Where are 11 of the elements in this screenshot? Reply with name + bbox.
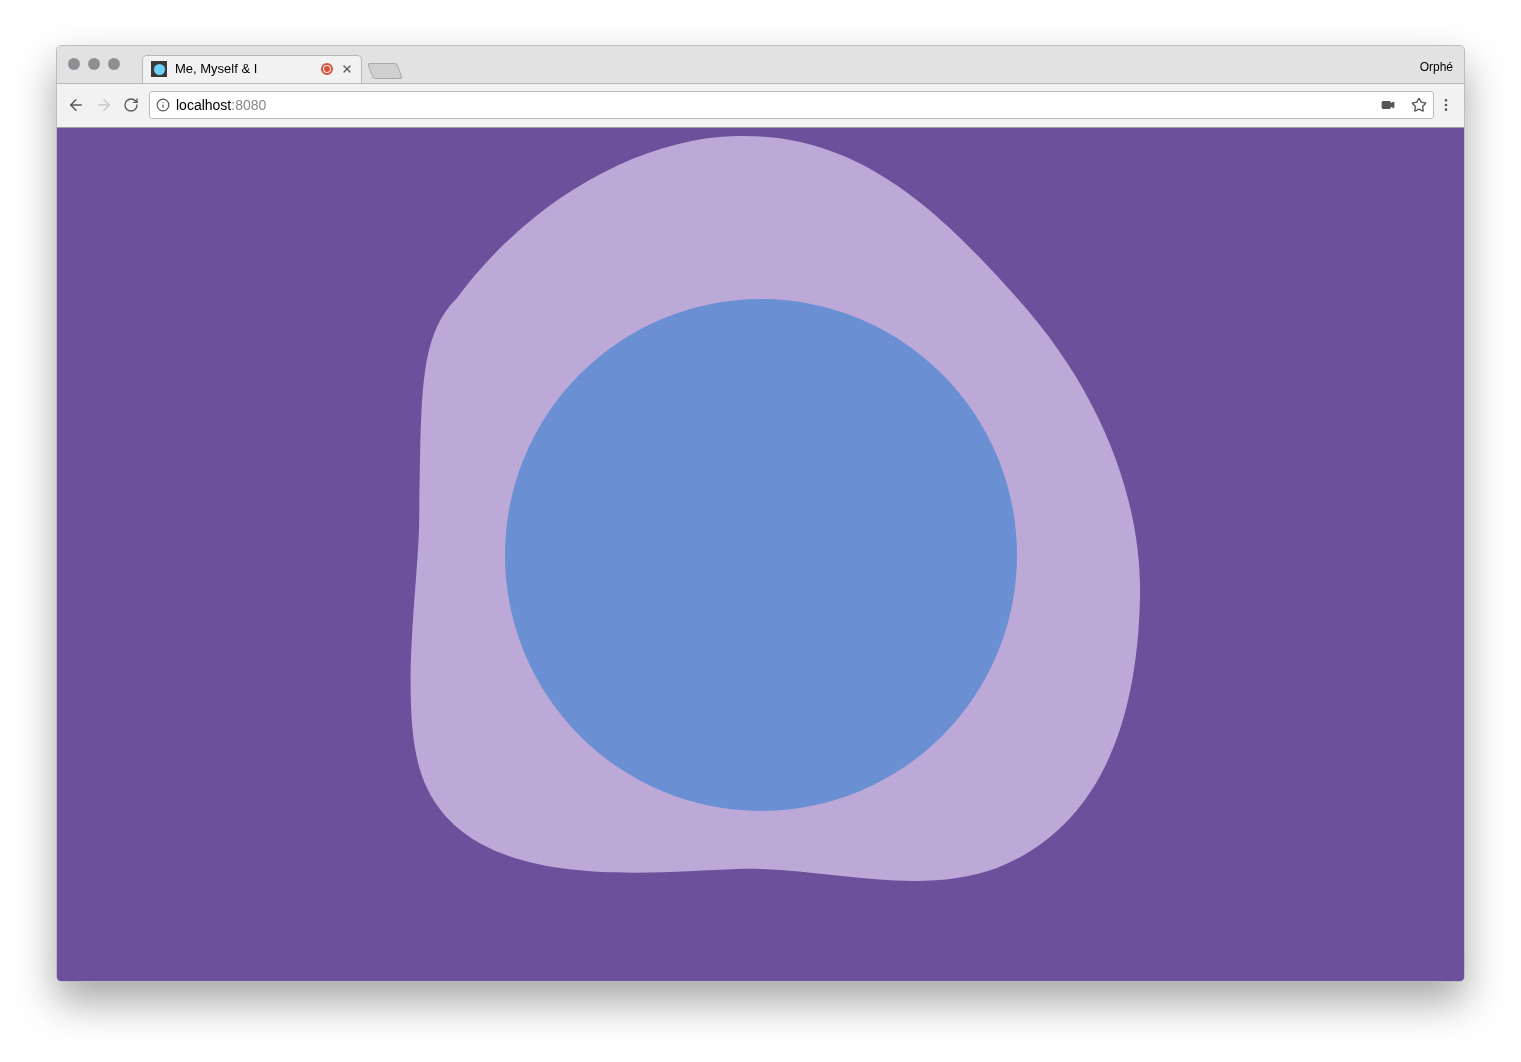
info-icon (156, 98, 170, 113)
recording-icon (321, 63, 333, 76)
url-port: :8080 (231, 95, 267, 115)
url-host: localhost (176, 95, 232, 115)
address-bar[interactable]: localhost:8080 (149, 91, 1434, 120)
browser-tab[interactable]: Me, Myself & I (142, 54, 362, 83)
reload-icon[interactable] (123, 97, 139, 114)
site-favicon-icon (151, 61, 167, 78)
tab-title: Me, Myself & I (175, 60, 259, 79)
star-icon[interactable] (1411, 97, 1427, 114)
profile-name[interactable]: Orphé (1419, 58, 1453, 76)
